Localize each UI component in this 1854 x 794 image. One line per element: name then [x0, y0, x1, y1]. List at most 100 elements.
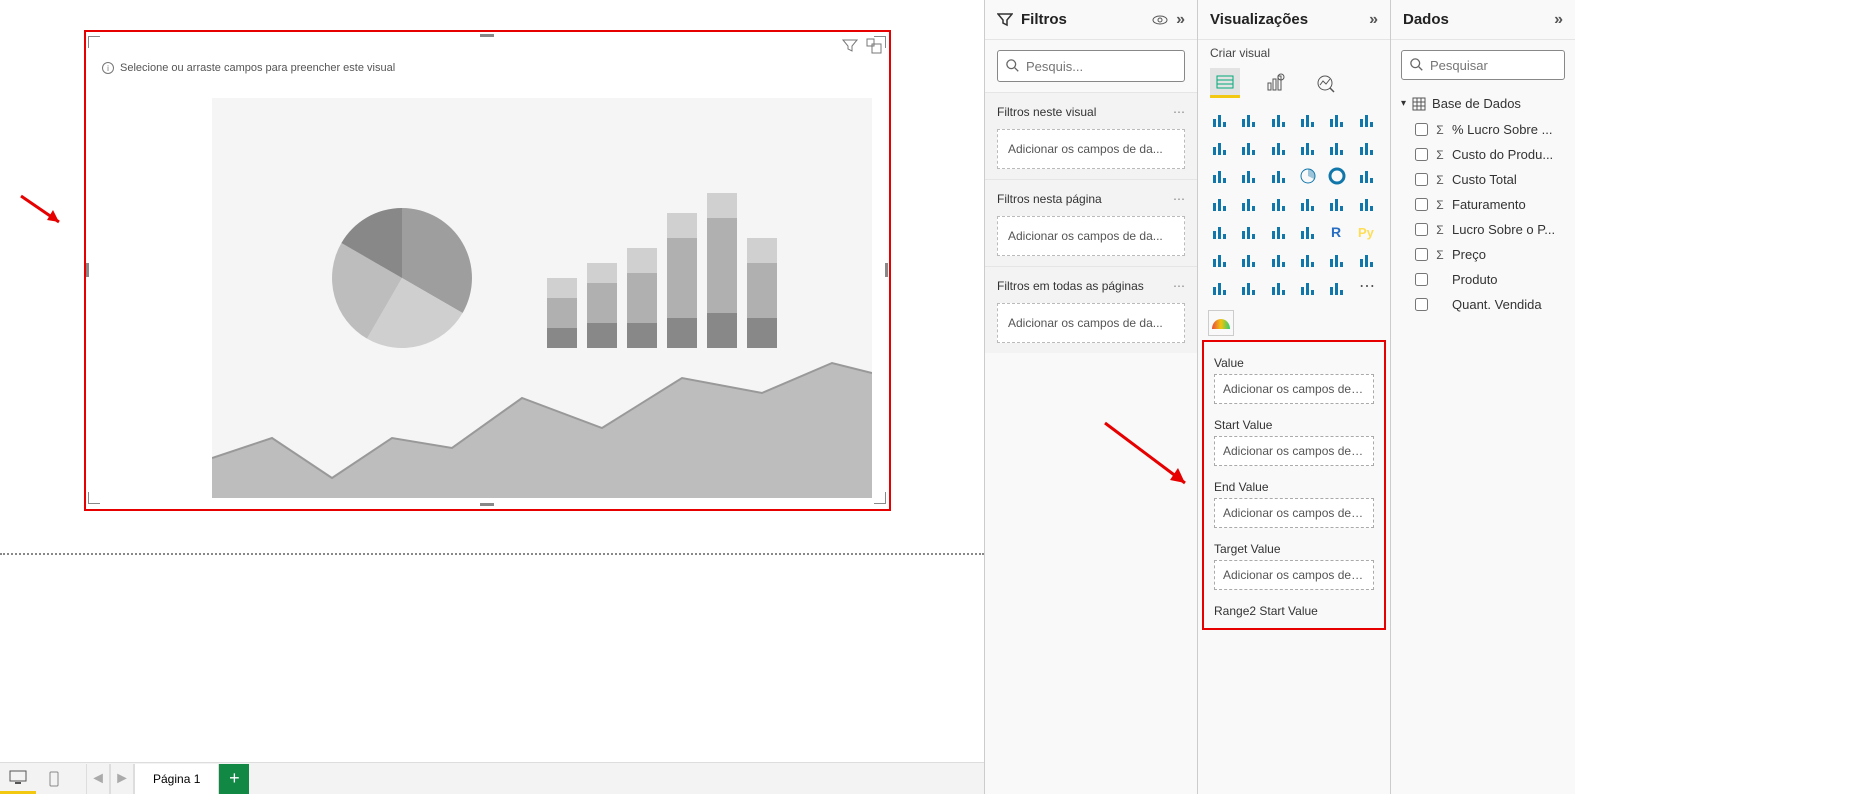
- viz-type-power-automate[interactable]: [1208, 276, 1232, 300]
- viz-type-scatter[interactable]: [1267, 164, 1291, 188]
- viz-type-shape[interactable]: [1296, 276, 1320, 300]
- viz-type-pie[interactable]: [1296, 164, 1320, 188]
- resize-handle-br[interactable]: [874, 492, 886, 504]
- field-checkbox[interactable]: [1415, 198, 1428, 211]
- more-options-icon[interactable]: ⋯: [1173, 105, 1185, 119]
- field-checkbox[interactable]: [1415, 223, 1428, 236]
- viz-type-stacked-area[interactable]: [1267, 136, 1291, 160]
- filters-search-box[interactable]: [997, 50, 1185, 82]
- collapse-pane-icon[interactable]: »: [1176, 11, 1185, 29]
- data-field-item[interactable]: ΣCusto Total: [1391, 167, 1575, 192]
- viz-type-apps[interactable]: [1237, 276, 1261, 300]
- filters-search-input[interactable]: [1026, 59, 1176, 74]
- viz-type-goals[interactable]: [1355, 248, 1379, 272]
- resize-handle-r[interactable]: [885, 263, 888, 277]
- viz-type-stacked-bar[interactable]: [1208, 108, 1232, 132]
- field-well-dropzone[interactable]: Adicionar os campos de da...: [1214, 498, 1374, 528]
- collapse-pane-icon[interactable]: »: [1369, 11, 1378, 29]
- viz-type-table[interactable]: [1267, 220, 1291, 244]
- field-well-dropzone[interactable]: Adicionar os campos de da...: [1214, 374, 1374, 404]
- field-checkbox[interactable]: [1415, 273, 1428, 286]
- eye-icon[interactable]: [1152, 12, 1168, 28]
- viz-type-azure-map[interactable]: [1267, 192, 1291, 216]
- viz-type-qna[interactable]: [1267, 248, 1291, 272]
- field-checkbox[interactable]: [1415, 148, 1428, 161]
- viz-type-stacked-column[interactable]: [1325, 108, 1349, 132]
- viz-type-ribbon[interactable]: [1355, 136, 1379, 160]
- resize-handle-tl[interactable]: [88, 36, 100, 48]
- viz-type-more[interactable]: ⋯: [1355, 276, 1379, 300]
- filter-icon[interactable]: [842, 38, 858, 54]
- data-field-item[interactable]: Quant. Vendida: [1391, 292, 1575, 317]
- viz-type-decomposition[interactable]: [1237, 248, 1261, 272]
- data-field-item[interactable]: Produto: [1391, 267, 1575, 292]
- viz-type-funnel[interactable]: [1237, 164, 1261, 188]
- viz-type-multi-card[interactable]: [1355, 192, 1379, 216]
- filter-visual-dropzone[interactable]: Adicionar os campos de da...: [997, 129, 1185, 169]
- filter-all-dropzone[interactable]: Adicionar os campos de da...: [997, 303, 1185, 343]
- report-canvas[interactable]: i Selecione ou arraste campos para preen…: [0, 0, 984, 630]
- resize-handle-t[interactable]: [480, 34, 494, 37]
- viz-type-donut[interactable]: [1325, 164, 1349, 188]
- viz-type-line[interactable]: [1208, 136, 1232, 160]
- data-search-box[interactable]: [1401, 50, 1565, 80]
- data-field-item[interactable]: ΣPreço: [1391, 242, 1575, 267]
- more-options-icon[interactable]: ⋯: [1173, 192, 1185, 206]
- visual-placeholder-frame[interactable]: i Selecione ou arraste campos para preen…: [88, 36, 886, 504]
- viz-type-stacked-100-column[interactable]: [1355, 108, 1379, 132]
- desktop-layout-button[interactable]: [0, 764, 36, 794]
- viz-type-kpi[interactable]: [1208, 220, 1232, 244]
- viz-type-line-clustered[interactable]: [1296, 136, 1320, 160]
- data-search-input[interactable]: [1430, 58, 1556, 73]
- field-checkbox[interactable]: [1415, 248, 1428, 261]
- filter-page-dropzone[interactable]: Adicionar os campos de da...: [997, 216, 1185, 256]
- build-visual-tab[interactable]: [1210, 68, 1240, 98]
- data-field-item[interactable]: ΣCusto do Produ...: [1391, 142, 1575, 167]
- viz-type-r[interactable]: R: [1325, 220, 1349, 244]
- add-page-button[interactable]: +: [219, 764, 249, 794]
- resize-handle-b[interactable]: [480, 503, 494, 506]
- viz-type-waterfall[interactable]: [1208, 164, 1232, 188]
- field-checkbox[interactable]: [1415, 298, 1428, 311]
- viz-type-map[interactable]: [1208, 192, 1232, 216]
- viz-type-area[interactable]: [1237, 136, 1261, 160]
- viz-type-card[interactable]: [1325, 192, 1349, 216]
- collapse-pane-icon[interactable]: »: [1554, 11, 1563, 29]
- more-options-icon[interactable]: ⋯: [1173, 279, 1185, 293]
- data-field-item[interactable]: ΣFaturamento: [1391, 192, 1575, 217]
- viz-type-matrix[interactable]: [1296, 220, 1320, 244]
- format-visual-tab[interactable]: [1260, 68, 1290, 98]
- viz-type-clustered-column[interactable]: [1296, 108, 1320, 132]
- viz-type-globe[interactable]: [1267, 276, 1291, 300]
- viz-type-arcgis[interactable]: [1325, 276, 1349, 300]
- prev-page-button[interactable]: ◄: [86, 764, 110, 794]
- page-tab[interactable]: Página 1: [134, 764, 219, 794]
- viz-type-paginated[interactable]: [1325, 248, 1349, 272]
- viz-type-treemap[interactable]: [1355, 164, 1379, 188]
- field-well-dropzone[interactable]: Adicionar os campos de da...: [1214, 436, 1374, 466]
- viz-type-gauge[interactable]: [1296, 192, 1320, 216]
- data-field-item[interactable]: ΣLucro Sobre o P...: [1391, 217, 1575, 242]
- analytics-tab[interactable]: [1310, 68, 1340, 98]
- viz-type-stacked-100-bar[interactable]: [1267, 108, 1291, 132]
- viz-type-filled-map[interactable]: [1237, 192, 1261, 216]
- viz-type-narrative[interactable]: [1296, 248, 1320, 272]
- data-field-item[interactable]: Σ% Lucro Sobre ...: [1391, 117, 1575, 142]
- visual-placeholder-image: [212, 98, 872, 498]
- custom-visual-button[interactable]: [1208, 310, 1234, 336]
- focus-mode-icon[interactable]: [866, 38, 882, 54]
- sigma-icon: Σ: [1434, 123, 1446, 137]
- viz-type-key-influencers[interactable]: [1208, 248, 1232, 272]
- next-page-button[interactable]: ►: [110, 764, 134, 794]
- viz-type-slicer[interactable]: [1237, 220, 1261, 244]
- field-checkbox[interactable]: [1415, 123, 1428, 136]
- field-well-dropzone[interactable]: Adicionar os campos de da...: [1214, 560, 1374, 590]
- resize-handle-l[interactable]: [86, 263, 89, 277]
- viz-type-py[interactable]: Py: [1355, 220, 1379, 244]
- field-checkbox[interactable]: [1415, 173, 1428, 186]
- viz-type-clustered-bar[interactable]: [1237, 108, 1261, 132]
- viz-type-line-stacked[interactable]: [1325, 136, 1349, 160]
- mobile-layout-button[interactable]: [36, 764, 72, 794]
- resize-handle-bl[interactable]: [88, 492, 100, 504]
- data-table-node[interactable]: ▾ Base de Dados: [1391, 90, 1575, 117]
